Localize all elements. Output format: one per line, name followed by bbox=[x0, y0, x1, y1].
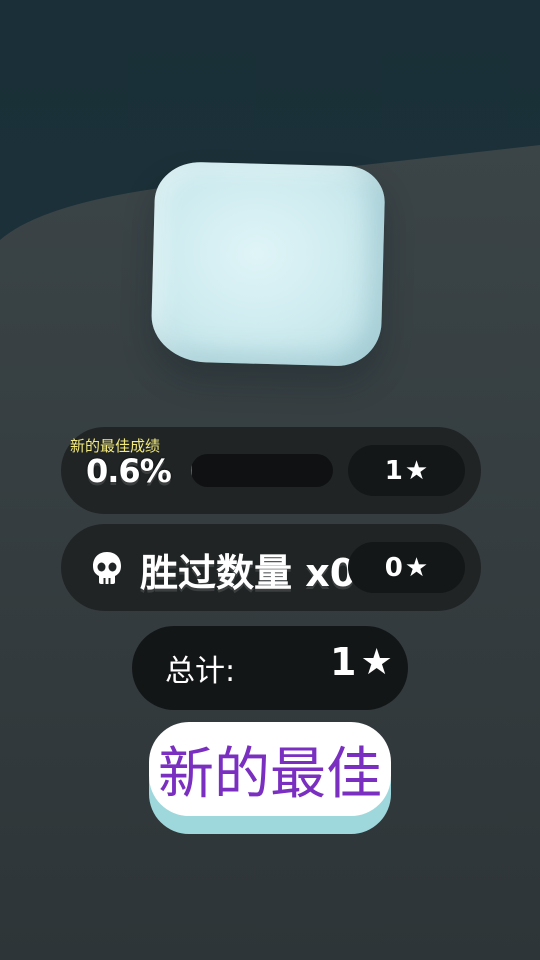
best-score-percent: 0.6% bbox=[86, 452, 172, 490]
progress-bar bbox=[191, 454, 333, 487]
star-icon: ★ bbox=[404, 552, 429, 583]
player-cube bbox=[150, 161, 386, 367]
new-best-button[interactable]: 新的最佳 bbox=[149, 722, 391, 816]
skull-icon bbox=[93, 552, 121, 584]
total-star-count: 1 bbox=[330, 640, 357, 684]
best-score-stars: 1 ★ bbox=[348, 445, 465, 496]
best-score-star-count: 1 bbox=[384, 455, 403, 486]
progress-fill bbox=[191, 454, 192, 487]
total-label: 总计: bbox=[165, 654, 236, 689]
defeated-star-count: 0 bbox=[384, 552, 403, 583]
defeated-stars: 0 ★ bbox=[348, 542, 465, 593]
defeated-label: 胜过数量 x0 bbox=[140, 551, 357, 595]
star-icon: ★ bbox=[404, 455, 429, 486]
star-icon: ★ bbox=[360, 641, 393, 683]
total-stars: 1 ★ bbox=[330, 640, 393, 684]
